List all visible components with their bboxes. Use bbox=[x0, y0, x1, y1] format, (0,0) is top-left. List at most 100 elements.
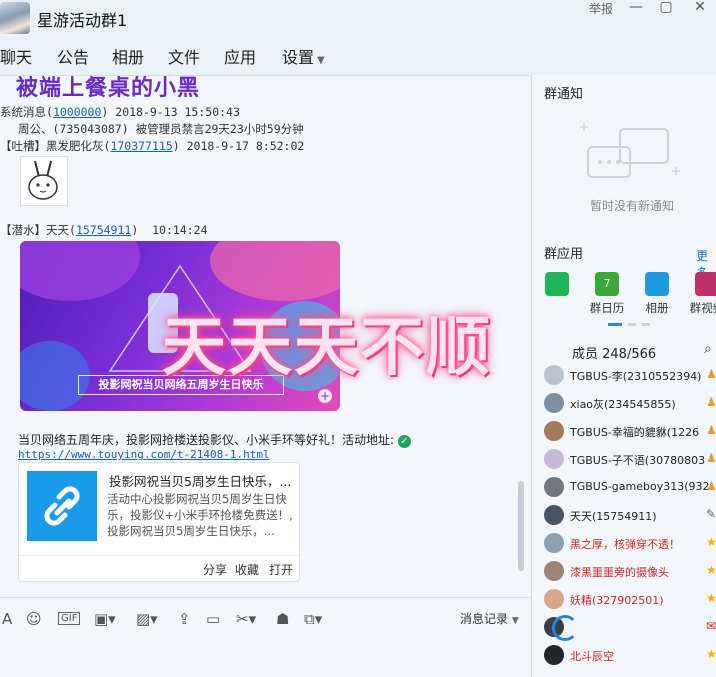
share-url-link[interactable]: https://www.touying.com/t-21408-1.html bbox=[18, 448, 270, 461]
member-role-icon: ♟ bbox=[706, 451, 716, 465]
member-name: 北斗辰空 bbox=[570, 650, 614, 663]
member-item[interactable]: 黑之厚，核弹穿不透！ ★ bbox=[544, 533, 716, 555]
app-label: 群日历 bbox=[589, 301, 625, 315]
archive-icon[interactable]: ☗ bbox=[276, 610, 289, 628]
message-time: 2018-9-17 8:52:02 bbox=[186, 139, 305, 153]
app-calendar[interactable]: 7 群日历 bbox=[582, 272, 632, 316]
share-message-text: 当贝网络五周年庆，投影网抢楼送投影仪、小米手环等好礼！活动地址: ✓ bbox=[18, 431, 411, 448]
link-preview-card[interactable]: 投影网祝当贝5周岁生日快乐，... 活动中心投影网祝当贝5周岁生日快乐，投影仪+… bbox=[18, 462, 300, 582]
message-input[interactable] bbox=[0, 637, 530, 677]
apps-title: 群应用 bbox=[544, 247, 584, 262]
avatar bbox=[544, 365, 564, 385]
search-icon[interactable]: ⌕ bbox=[704, 341, 712, 357]
app-album[interactable]: 相册 bbox=[632, 272, 682, 316]
tab-announcement[interactable]: 公告 bbox=[57, 44, 89, 68]
avatar bbox=[544, 645, 564, 665]
notice-title: 群通知 bbox=[544, 87, 584, 102]
system-time: 2018-9-13 15:50:43 bbox=[115, 105, 240, 119]
tab-chat[interactable]: 聊天 bbox=[0, 44, 33, 78]
gift-icon[interactable]: ▣▾ bbox=[94, 610, 116, 628]
favorite-button[interactable]: 收藏 bbox=[235, 561, 259, 578]
avatar bbox=[544, 533, 564, 553]
member-item[interactable]: TGBUS-子不语(30780803 ♟ bbox=[544, 449, 716, 471]
folder-icon[interactable]: ▭ bbox=[206, 610, 220, 628]
app-label: 相册 bbox=[645, 301, 669, 315]
avatar bbox=[544, 589, 564, 609]
apps-pager-dot[interactable] bbox=[642, 323, 650, 326]
group-avatar[interactable] bbox=[0, 2, 30, 34]
zoom-plus-icon[interactable]: + bbox=[318, 389, 332, 403]
open-button[interactable]: 打开 bbox=[269, 561, 293, 578]
chat-history[interactable]: 被端上餐桌的小黑 系统消息(1000000) 2018-9-13 15:50:4… bbox=[0, 75, 530, 597]
member-item[interactable]: TGBUS-幸福的貔貅(1226 ♟ bbox=[544, 421, 716, 443]
sender-name[interactable]: 黑发肥化灰 bbox=[46, 139, 104, 153]
member-item[interactable]: 漆黑噩噩旁的摄像头 ★ bbox=[544, 561, 716, 583]
tab-apps[interactable]: 应用 bbox=[224, 44, 256, 68]
calendar-icon: 7 bbox=[595, 272, 619, 296]
member-role-icon: ♟ bbox=[706, 423, 716, 437]
member-role-icon: ♟ bbox=[706, 395, 716, 409]
message-time: 10:14:24 bbox=[152, 223, 208, 237]
member-name: TGBUS-子不语(30780803 bbox=[570, 454, 706, 467]
font-icon[interactable]: A bbox=[2, 610, 12, 628]
member-name: 天天(15754911) bbox=[570, 510, 657, 523]
group-title: 星游活动群1 bbox=[37, 11, 128, 30]
image-icon[interactable]: ▨▾ bbox=[136, 610, 158, 628]
history-label: 消息记录 bbox=[460, 612, 509, 626]
member-item[interactable]: 北斗辰空 ★ bbox=[544, 645, 716, 667]
input-toolbar: A ☺ GIF ▣▾ ▨▾ ⇪ ▭ ✂▾ ☗ ⧉▾ 消息记录 ▼ bbox=[0, 597, 530, 637]
notice-empty-text: 暂时没有新通知 bbox=[590, 199, 675, 213]
member-role-icon: ♟ bbox=[706, 479, 716, 493]
main-tabs: 聊天 公告 相册 文件 应用 设置 ▼ bbox=[0, 38, 716, 78]
right-panel: 群通知 暂时没有新通知 群应用 更多 7群日历 相册 群视频 成员 248/56… bbox=[531, 75, 716, 677]
partial-banner-text: 被端上餐桌的小黑 bbox=[16, 76, 201, 101]
member-tag: 【潜水】 bbox=[0, 223, 46, 237]
sender-name[interactable]: 天天 bbox=[46, 223, 69, 237]
minimize-icon[interactable]: — bbox=[626, 0, 646, 14]
avatar bbox=[544, 393, 564, 413]
apps-pager-dot[interactable] bbox=[628, 323, 636, 326]
app-phone[interactable] bbox=[532, 272, 582, 300]
overlay-watermark-text: 天天天不顺 bbox=[162, 311, 492, 385]
member-item[interactable]: TGBUS-李(2310552394) ♟ bbox=[544, 365, 716, 387]
chat-scrollbar[interactable] bbox=[518, 481, 524, 571]
scissors-icon[interactable]: ✂▾ bbox=[236, 610, 256, 628]
empty-notice-icon bbox=[580, 123, 680, 178]
members-count: 成员 248/566 bbox=[572, 347, 657, 362]
system-id-link[interactable]: 1000000 bbox=[53, 105, 101, 119]
apps-pager-active[interactable] bbox=[608, 323, 622, 326]
star-icon: ★ bbox=[706, 563, 716, 577]
member-item[interactable]: xiao灰(234545855) ♟ bbox=[544, 393, 716, 415]
tab-files[interactable]: 文件 bbox=[168, 44, 200, 68]
message-header: 【潜水】天天(15754911) 10:14:24 bbox=[0, 223, 208, 237]
sender-id-link[interactable]: 15754911 bbox=[76, 223, 131, 237]
star-icon: ★ bbox=[706, 535, 716, 549]
edit-icon[interactable]: ✎ bbox=[706, 507, 716, 523]
loading-spinner-icon bbox=[552, 615, 578, 641]
rabbit-sticker-image[interactable] bbox=[20, 156, 68, 206]
photo-icon bbox=[645, 272, 669, 296]
maximize-icon[interactable]: ▢ bbox=[656, 0, 676, 14]
close-icon[interactable]: ✕ bbox=[690, 0, 710, 14]
mail-icon: ✉ bbox=[706, 619, 716, 633]
share-button[interactable]: 分享 bbox=[203, 561, 227, 578]
link-icon bbox=[27, 471, 97, 541]
member-item[interactable]: 妖精(327902501) ★ bbox=[544, 589, 716, 611]
emoji-icon[interactable]: ☺ bbox=[26, 610, 42, 628]
tab-album[interactable]: 相册 bbox=[112, 44, 144, 68]
sender-id-link[interactable]: 170377115 bbox=[110, 139, 172, 153]
tab-settings[interactable]: 设置 ▼ bbox=[282, 44, 325, 68]
upload-icon[interactable]: ⇪ bbox=[178, 610, 191, 628]
member-name: 黑之厚，核弹穿不透！ bbox=[570, 538, 680, 551]
member-role-icon: ♟ bbox=[706, 367, 716, 381]
member-item[interactable]: ✉ bbox=[544, 615, 716, 641]
message-history-button[interactable]: 消息记录 ▼ bbox=[460, 610, 519, 627]
app-video[interactable]: 群视频 bbox=[682, 272, 716, 316]
phone-icon bbox=[545, 272, 569, 296]
member-item[interactable]: 天天(15754911) ✎ bbox=[544, 505, 716, 527]
more-tools-icon[interactable]: ⧉▾ bbox=[304, 610, 322, 628]
member-item[interactable]: TGBUS-gameboy313(932 ♟ bbox=[544, 477, 716, 499]
message-header: 【吐槽】黑发肥化灰(170377115) 2018-9-17 8:52:02 bbox=[0, 139, 305, 153]
gif-icon[interactable]: GIF bbox=[58, 612, 81, 625]
report-link[interactable]: 举报 bbox=[589, 0, 613, 17]
